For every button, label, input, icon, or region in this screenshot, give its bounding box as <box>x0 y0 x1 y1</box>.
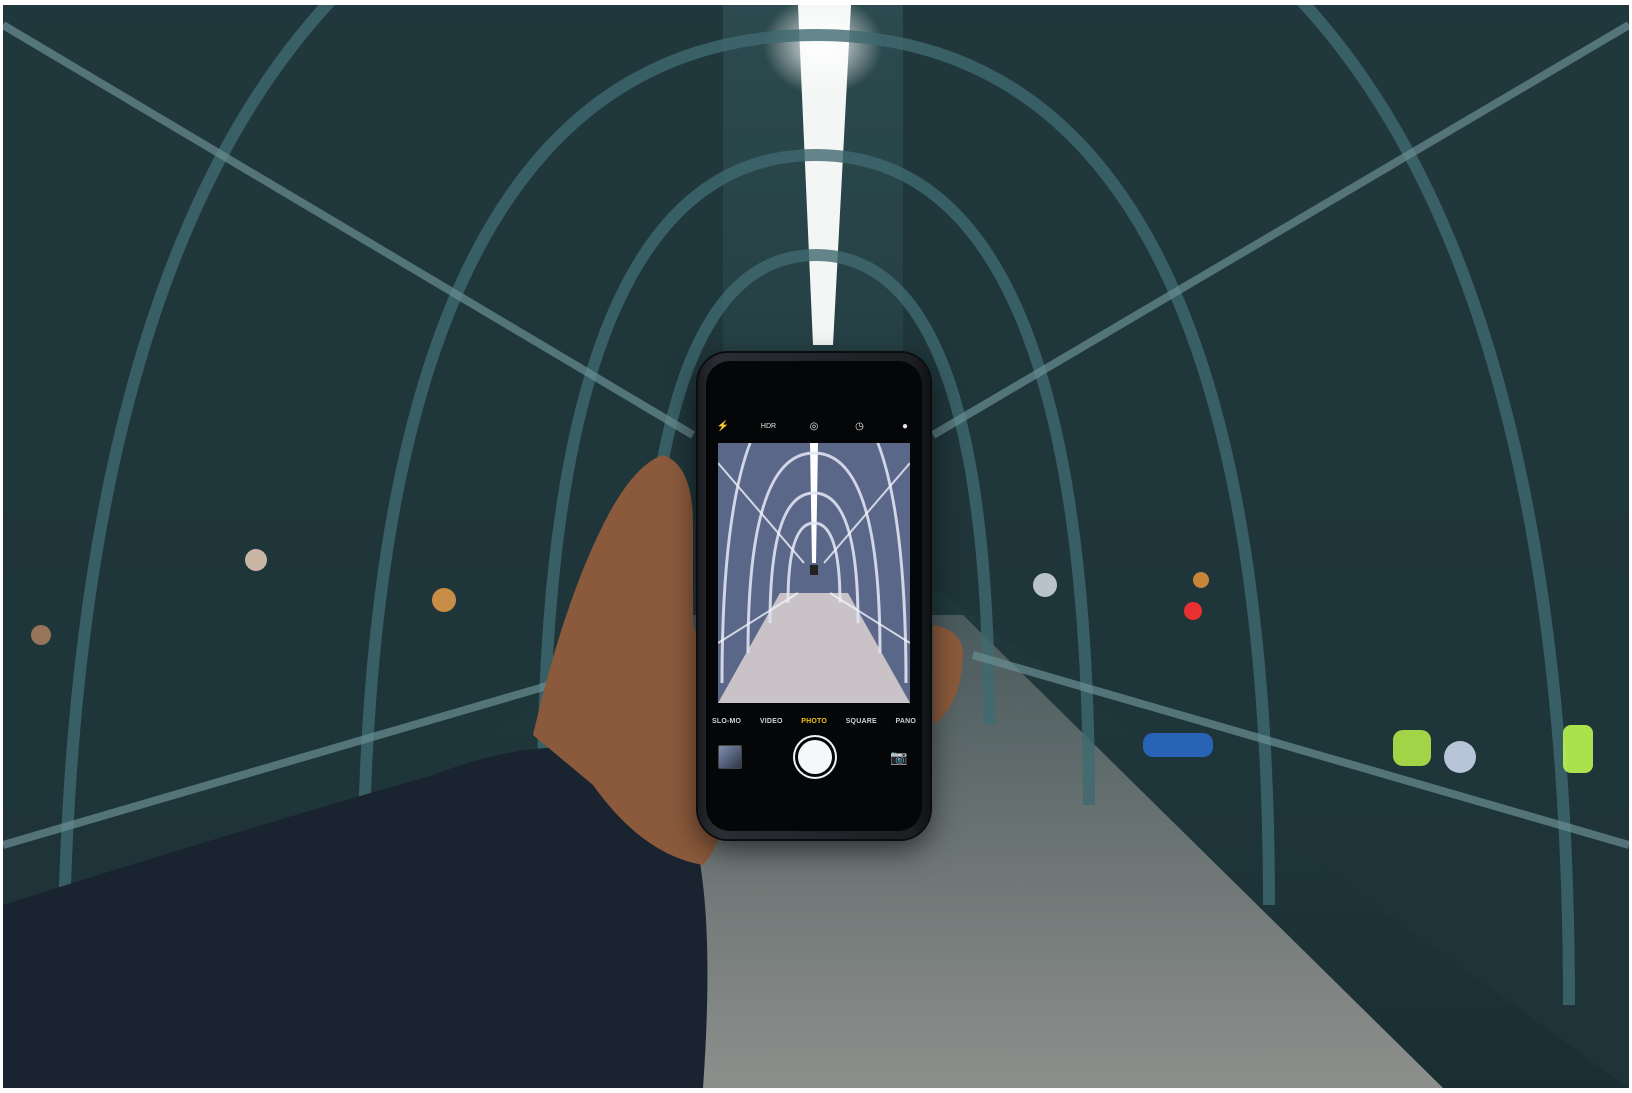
camera-controls: 📷 <box>718 737 910 777</box>
camera-top-bar: ⚡ HDR ◎ ◷ ● <box>714 415 914 437</box>
last-photo-thumbnail[interactable] <box>718 745 742 769</box>
mode-photo[interactable]: PHOTO <box>801 718 827 725</box>
live-photo-icon[interactable]: ◎ <box>805 421 823 432</box>
smartphone: ⚡ HDR ◎ ◷ ● SLO-MO VIDEO PHOTO SQUARE PA… <box>698 353 930 839</box>
mode-pano[interactable]: PANO <box>895 718 916 725</box>
photo-scene: ⚡ HDR ◎ ◷ ● SLO-MO VIDEO PHOTO SQUARE PA… <box>3 5 1629 1088</box>
mode-slo-mo[interactable]: SLO-MO <box>712 718 741 725</box>
hdr-icon[interactable]: HDR <box>760 423 778 430</box>
flash-off-icon[interactable]: ⚡ <box>714 421 732 432</box>
mode-square[interactable]: SQUARE <box>846 718 877 725</box>
viewfinder-image <box>718 443 910 703</box>
shutter-button[interactable] <box>798 740 832 774</box>
switch-camera-icon[interactable]: 📷 <box>888 749 910 765</box>
filters-icon[interactable]: ● <box>896 421 914 432</box>
camera-viewfinder[interactable] <box>718 443 910 703</box>
timer-icon[interactable]: ◷ <box>851 421 869 432</box>
camera-mode-selector: SLO-MO VIDEO PHOTO SQUARE PANO <box>712 713 916 729</box>
mode-video[interactable]: VIDEO <box>760 718 783 725</box>
